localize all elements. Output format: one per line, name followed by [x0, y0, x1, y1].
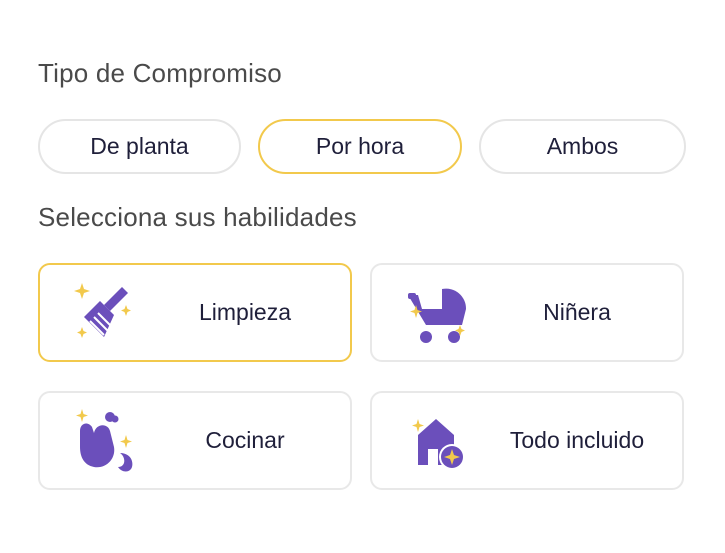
- skills-title: Selecciona sus habilidades: [38, 202, 357, 232]
- skill-label: Limpieza: [198, 299, 292, 325]
- option-label: Ambos: [546, 133, 619, 159]
- skill-card-todo-incluido[interactable]: Todo incluido: [370, 391, 684, 490]
- option-de-planta[interactable]: De planta: [38, 119, 241, 174]
- broom-icon: [74, 283, 131, 338]
- option-ambos[interactable]: Ambos: [479, 119, 686, 174]
- skill-card-cocinar[interactable]: Cocinar: [38, 391, 352, 490]
- skill-label: Todo incluido: [509, 427, 645, 453]
- oven-mitt-icon: [76, 409, 133, 472]
- skill-card-limpieza[interactable]: Limpieza: [38, 263, 352, 362]
- stroller-icon: [408, 288, 467, 343]
- skill-card-ninera[interactable]: Niñera: [370, 263, 684, 362]
- skill-label: Niñera: [543, 299, 611, 325]
- skill-label: Cocinar: [205, 427, 285, 453]
- option-por-hora[interactable]: Por hora: [258, 119, 462, 174]
- engagement-title: Tipo de Compromiso: [38, 58, 282, 88]
- option-label: Por hora: [315, 133, 405, 159]
- house-icon: [412, 419, 465, 470]
- option-label: De planta: [90, 133, 189, 159]
